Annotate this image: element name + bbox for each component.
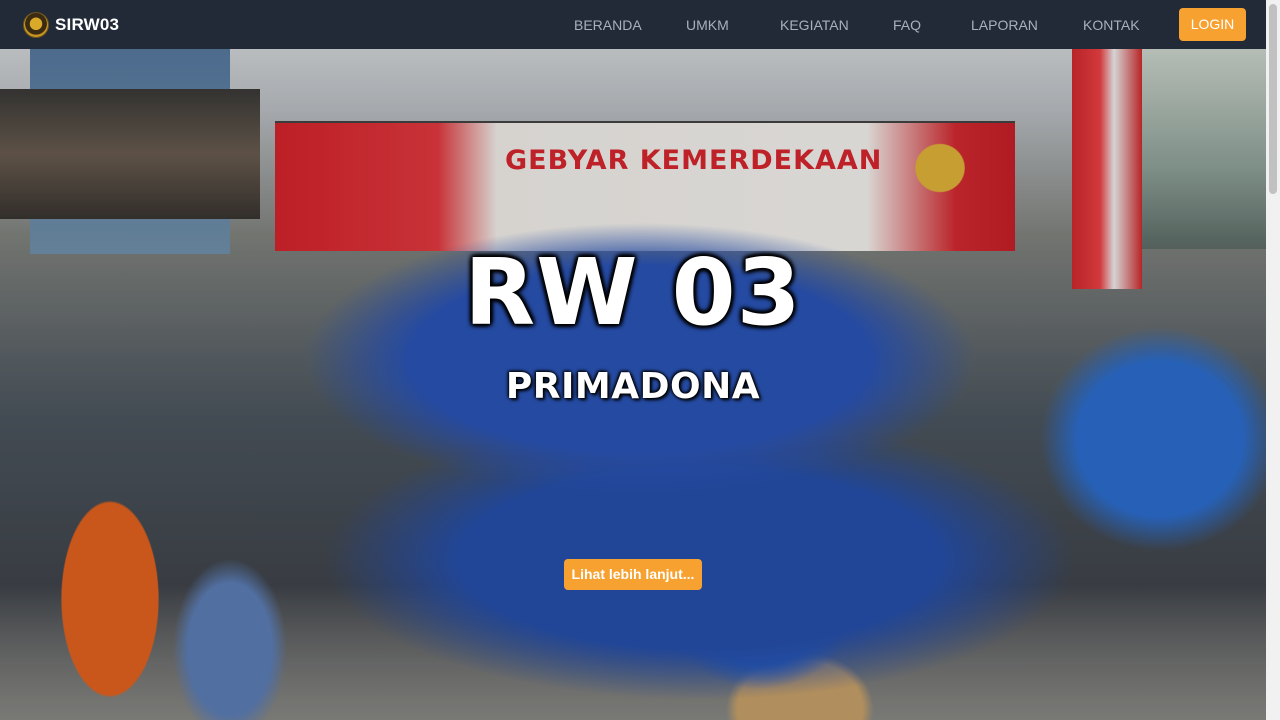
nav-item-kontak[interactable]: KONTAK xyxy=(1083,0,1140,49)
nav-item-kegiatan[interactable]: KEGIATAN xyxy=(780,0,849,49)
page-scrollbar[interactable] xyxy=(1266,0,1280,720)
nav-item-beranda[interactable]: BERANDA xyxy=(574,0,642,49)
nav-item-umkm[interactable]: UMKM xyxy=(686,0,729,49)
hero-section: GEBYAR KEMERDEKAAN RW 03 PRIMADONA Lihat… xyxy=(0,49,1266,720)
login-button[interactable]: LOGIN xyxy=(1179,8,1246,41)
brand-name: SIRW03 xyxy=(55,14,120,34)
nav-item-faq[interactable]: FAQ xyxy=(893,0,921,49)
navbar: SIRW03 BERANDA UMKM KEGIATAN FAQ LAPORAN… xyxy=(0,0,1266,49)
see-more-button[interactable]: Lihat lebih lanjut... xyxy=(564,559,702,590)
nav-item-laporan[interactable]: LAPORAN xyxy=(971,0,1038,49)
hero-title: RW 03 xyxy=(464,239,802,346)
garuda-emblem-icon xyxy=(23,11,49,38)
hero-subtitle: PRIMADONA xyxy=(505,366,761,407)
brand[interactable]: SIRW03 xyxy=(23,11,120,38)
scrollbar-thumb[interactable] xyxy=(1269,4,1277,194)
